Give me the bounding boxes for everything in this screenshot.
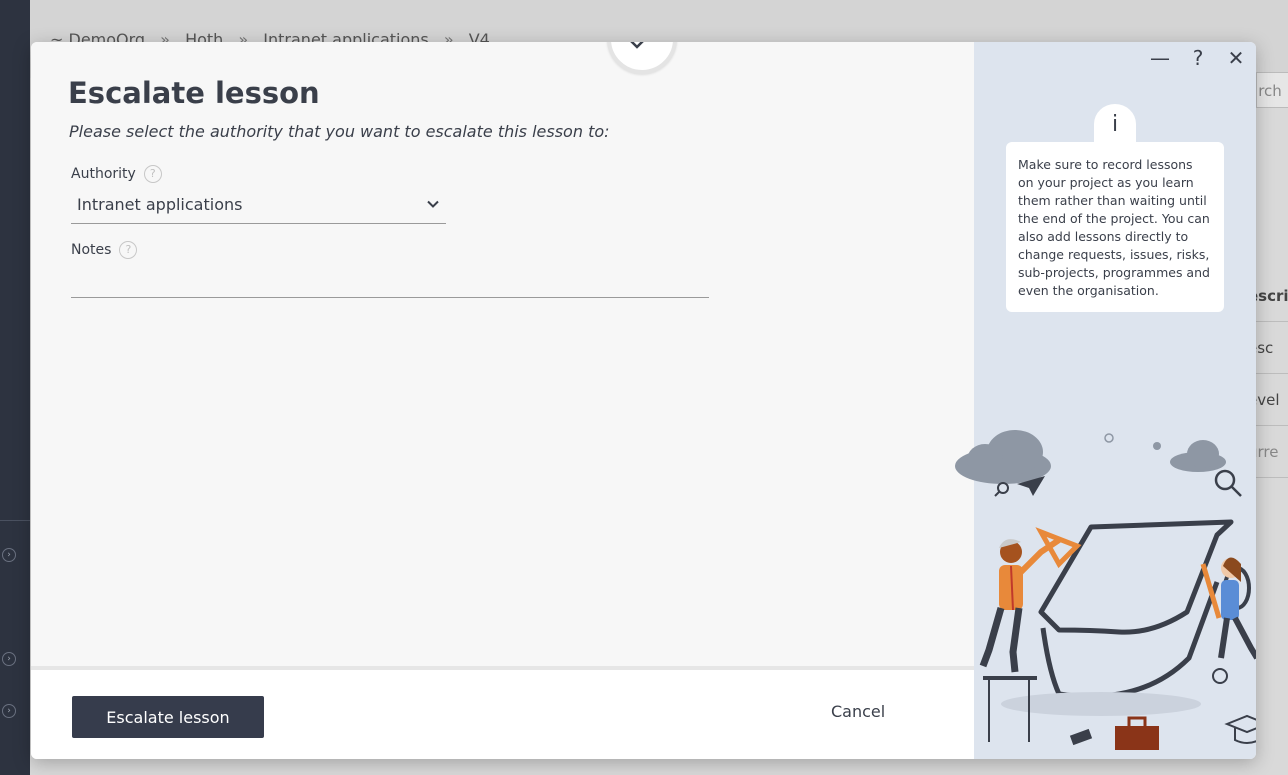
mortarboard-icon	[1224, 714, 1256, 744]
background-search-input[interactable]: arch	[1256, 72, 1288, 108]
dialog-footer: Escalate lesson Cancel	[31, 666, 974, 759]
table-header: escri	[1256, 270, 1288, 322]
person-illustration	[979, 527, 1082, 673]
form-pane: Escalate lesson Please select the author…	[31, 42, 974, 666]
authority-label: Authority ?	[71, 165, 162, 183]
notes-label: Notes ?	[71, 241, 138, 259]
tip-text: Make sure to record lessons on your proj…	[1006, 142, 1224, 312]
cloud-icon	[955, 430, 1051, 484]
help-icon[interactable]: ?	[143, 165, 162, 183]
escalate-lesson-dialog: Escalate lesson Please select the author…	[31, 42, 1256, 759]
toolbox-icon	[1115, 726, 1159, 750]
cloud-icon	[1170, 440, 1226, 472]
table-row[interactable]: urre	[1256, 426, 1288, 478]
sidebar-expand-icon[interactable]: ›	[2, 652, 16, 666]
close-icon[interactable]: ✕	[1224, 46, 1248, 70]
person-illustration	[1200, 557, 1256, 660]
cancel-button[interactable]: Cancel	[831, 702, 885, 721]
lesson-illustration	[955, 430, 1256, 750]
chevron-down-icon[interactable]	[426, 194, 440, 220]
table-row[interactable]: evel	[1256, 374, 1288, 426]
background-table: arch escri esc evel urre	[1256, 60, 1288, 660]
sidebar-divider	[0, 520, 30, 521]
sidebar-expand-icon[interactable]: ›	[2, 704, 16, 718]
notes-input[interactable]	[71, 270, 709, 298]
help-icon[interactable]: ?	[1186, 46, 1210, 70]
authority-selected-value: Intranet applications	[77, 195, 243, 214]
help-icon[interactable]: ?	[119, 241, 138, 259]
table-row[interactable]: esc	[1256, 322, 1288, 374]
magnifier-icon	[1214, 469, 1242, 497]
sidebar-expand-icon[interactable]: ›	[2, 548, 16, 562]
dialog-subtitle: Please select the authority that you wan…	[69, 122, 610, 141]
dialog-title: Escalate lesson	[68, 76, 320, 110]
authority-select[interactable]: Intranet applications	[71, 192, 446, 224]
app-sidebar: › › ›	[0, 0, 30, 775]
minimize-icon[interactable]: —	[1148, 46, 1172, 70]
escalate-lesson-button[interactable]: Escalate lesson	[72, 696, 264, 738]
info-icon: i	[1094, 104, 1136, 144]
tip-pane: — ? ✕ i Make sure to record lessons on y…	[955, 42, 1256, 759]
